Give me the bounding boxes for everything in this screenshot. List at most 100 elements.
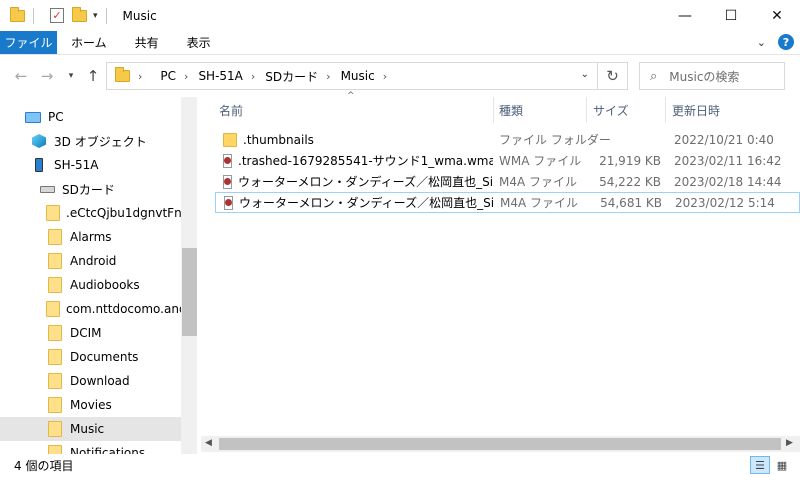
nav-item-download[interactable]: Download xyxy=(0,369,181,393)
nav-item-com-nttdocomo[interactable]: com.nttdocomo.andr xyxy=(0,297,181,321)
folder-icon xyxy=(46,301,60,317)
address-bar[interactable]: › PC › SH-51A › SDカード › Music › ⌄ xyxy=(106,62,598,90)
breadcrumb-label: Music xyxy=(340,69,375,83)
forward-arrow-icon[interactable]: → xyxy=(34,63,60,89)
breadcrumb-sdcard[interactable]: SDカード xyxy=(265,68,318,85)
nav-item-movies[interactable]: Movies xyxy=(0,393,181,417)
folder-icon xyxy=(115,67,130,82)
file-date: 2023/02/12 5:14 xyxy=(675,195,775,210)
tab-share[interactable]: 共有 xyxy=(121,31,173,54)
tab-view[interactable]: 表示 xyxy=(173,31,225,54)
folder-icon xyxy=(46,277,64,293)
help-icon[interactable]: ? xyxy=(778,34,794,50)
nav-scrollbar-thumb[interactable] xyxy=(182,248,197,336)
folder-icon xyxy=(46,421,64,437)
properties-icon[interactable]: ✓ xyxy=(50,8,64,23)
nav-item-label: PC xyxy=(48,110,64,124)
folder-icon xyxy=(46,253,64,269)
file-name: ウォーターメロン・ダンディーズ／松岡直也_SideB.m4a xyxy=(239,196,494,210)
status-bar: 4 個の項目 xyxy=(0,454,800,477)
folder-icon[interactable] xyxy=(10,6,25,22)
table-row[interactable]: ウォーターメロン・ダンディーズ／松岡直也_SideB.m4a M4A ファイル … xyxy=(215,192,800,213)
file-list: ^ 名前 種類 サイズ 更新日時 .thumbnails ファイル フォルダー … xyxy=(201,91,800,454)
breadcrumb-sep[interactable]: › xyxy=(251,70,265,83)
ribbon-tabs: ファイル ホーム 共有 表示 ⌄ ? xyxy=(0,31,800,55)
nav-item-dcim[interactable]: DCIM xyxy=(0,321,181,345)
details-view-icon[interactable]: ☰ xyxy=(750,456,770,474)
nav-item-label: com.nttdocomo.andr xyxy=(66,302,181,316)
chevron-down-icon[interactable]: ⌄ xyxy=(581,69,589,80)
nav-item-label: Movies xyxy=(70,398,112,412)
nav-item-documents[interactable]: Documents xyxy=(0,345,181,369)
scroll-left-icon[interactable]: ◀ xyxy=(205,438,212,448)
file-type: WMA ファイル xyxy=(499,154,582,168)
file-name: .thumbnails xyxy=(243,132,314,147)
breadcrumb-sep[interactable]: › xyxy=(383,70,397,83)
nav-item-music[interactable]: Music xyxy=(0,417,181,441)
nav-item-sdcard[interactable]: SDカード xyxy=(0,177,181,201)
media-file-icon xyxy=(223,174,232,189)
nav-item-android[interactable]: Android xyxy=(0,249,181,273)
refresh-icon[interactable]: ↻ xyxy=(598,62,628,90)
breadcrumb-pc[interactable]: PC xyxy=(160,69,176,83)
tab-file[interactable]: ファイル xyxy=(0,31,57,54)
scroll-right-icon[interactable]: ▶ xyxy=(786,438,793,448)
address-row: ← → ▾ ↑ › PC › SH-51A › SDカード › Music › … xyxy=(0,55,800,97)
column-header-type[interactable]: 種類 xyxy=(491,97,587,123)
file-type: ファイル フォルダー xyxy=(499,133,611,147)
customize-toolbar-icon[interactable]: ▾ xyxy=(93,11,98,21)
file-type: M4A ファイル xyxy=(500,196,579,210)
tab-home[interactable]: ホーム xyxy=(57,31,121,54)
chevron-right-icon[interactable]: › xyxy=(138,70,142,83)
column-header-size[interactable]: サイズ xyxy=(585,97,665,123)
nav-item-pc[interactable]: PC xyxy=(0,105,181,129)
breadcrumb-label: SH-51A xyxy=(198,69,243,83)
column-header-name[interactable]: 名前 xyxy=(211,97,493,123)
close-button[interactable]: ✕ xyxy=(754,0,800,31)
minimize-button[interactable]: — xyxy=(662,0,708,31)
large-icons-view-icon[interactable]: ▦ xyxy=(772,456,792,474)
divider xyxy=(105,7,107,24)
nav-item-alarms[interactable]: Alarms xyxy=(0,225,181,249)
nav-item-label: Download xyxy=(70,374,130,388)
nav-item-label: SH-51A xyxy=(54,158,99,172)
file-name: ウォーターメロン・ダンディーズ／松岡直也_SideA.m4a xyxy=(238,175,493,189)
search-input[interactable]: ⌕ Musicの検索 xyxy=(639,62,785,90)
file-name-cell: ウォーターメロン・ダンディーズ／松岡直也_SideB.m4a xyxy=(224,194,494,211)
file-date: 2022/10/21 0:40 xyxy=(674,132,774,147)
folder-icon xyxy=(46,205,60,221)
nav-item-audiobooks[interactable]: Audiobooks xyxy=(0,273,181,297)
nav-item-folder[interactable]: .eCtcQjbu1dgnvtFnvr xyxy=(0,201,181,225)
horizontal-scrollbar-thumb[interactable] xyxy=(219,438,781,450)
nav-item-3d-objects[interactable]: 3D オブジェクト xyxy=(0,129,181,153)
breadcrumb-music[interactable]: Music xyxy=(341,69,375,83)
3d-objects-icon xyxy=(30,134,48,148)
quick-access-toolbar: ✓ ▾ xyxy=(0,0,115,31)
column-header-date[interactable]: 更新日時 xyxy=(664,97,794,123)
maximize-button[interactable]: ☐ xyxy=(708,0,754,31)
table-row[interactable]: .trashed-1679285541-サウンド1_wma.wma WMA ファ… xyxy=(215,150,800,171)
navigation-pane: PC 3D オブジェクト SH-51A SDカード .eCtcQjbu1dgnv… xyxy=(0,97,197,454)
table-row[interactable]: .thumbnails ファイル フォルダー 2022/10/21 0:40 xyxy=(215,129,800,150)
back-arrow-icon[interactable]: ← xyxy=(8,63,34,89)
folder-icon xyxy=(46,445,64,454)
search-icon: ⌕ xyxy=(650,68,658,84)
breadcrumb-device[interactable]: SH-51A xyxy=(198,69,242,83)
chevron-right-icon: › xyxy=(184,69,189,83)
folder-icon xyxy=(46,325,64,341)
phone-icon xyxy=(30,158,48,172)
chevron-down-icon[interactable]: ⌄ xyxy=(757,36,766,49)
up-arrow-icon[interactable]: ↑ xyxy=(80,63,106,89)
view-toggle: ☰ ▦ xyxy=(750,456,792,474)
nav-item-sh51a[interactable]: SH-51A xyxy=(0,153,181,177)
title-bar: ✓ ▾ Music — ☐ ✕ xyxy=(0,0,800,31)
new-folder-icon[interactable] xyxy=(72,6,87,22)
breadcrumb-sep[interactable]: › xyxy=(184,70,198,83)
column-label: 更新日時 xyxy=(672,103,721,118)
pc-icon xyxy=(24,111,42,123)
nav-item-label: Android xyxy=(70,254,117,268)
nav-item-notifications[interactable]: Notifications xyxy=(0,441,181,454)
nav-item-label: Notifications xyxy=(70,446,146,454)
breadcrumb-sep[interactable]: › xyxy=(326,70,340,83)
table-row[interactable]: ウォーターメロン・ダンディーズ／松岡直也_SideA.m4a M4A ファイル … xyxy=(215,171,800,192)
